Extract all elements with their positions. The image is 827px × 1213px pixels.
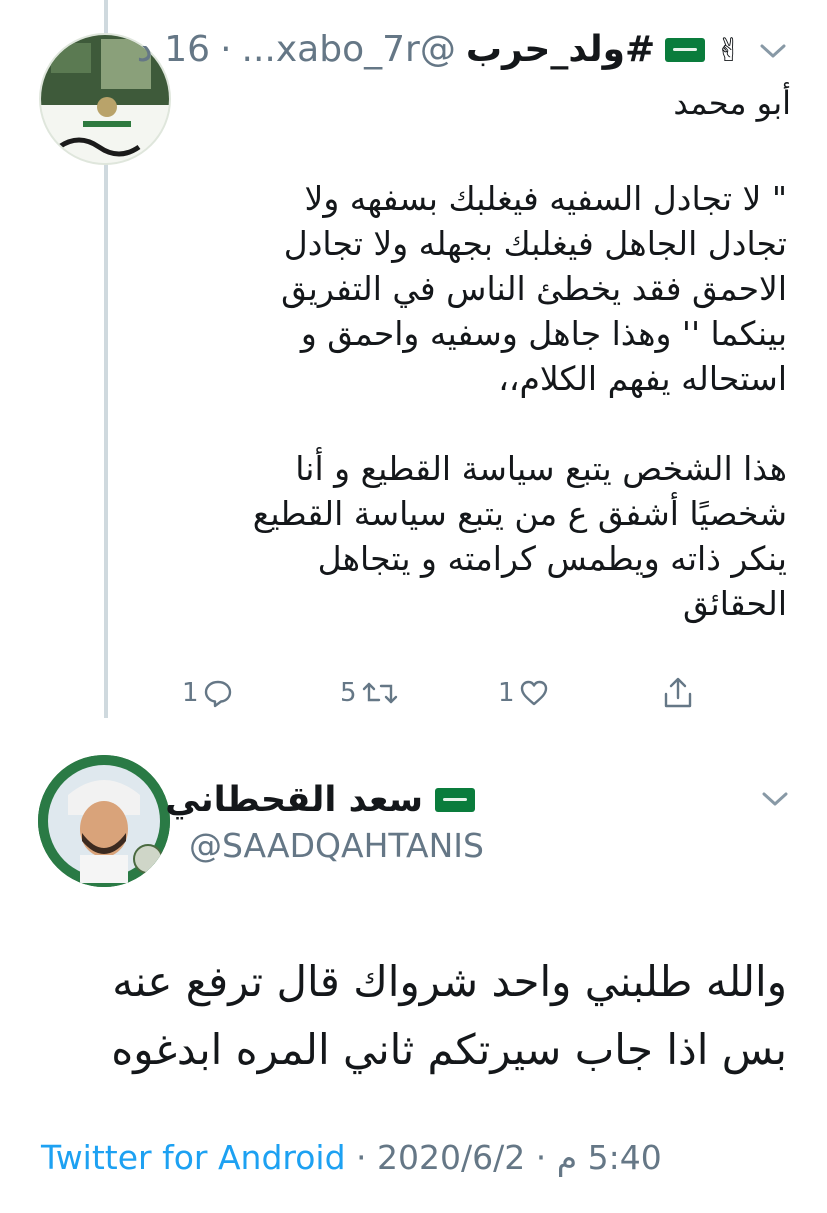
reply-button[interactable]: 1 [182, 678, 233, 708]
chevron-down-icon[interactable] [758, 40, 788, 62]
reply-icon [204, 680, 231, 708]
saudi-flag-icon [435, 788, 475, 812]
like-count: 1 [498, 678, 515, 708]
separator-dot: · [220, 29, 232, 70]
retweet-button[interactable]: 5 [340, 678, 399, 708]
retweet-icon [362, 682, 397, 704]
saudi-flag-icon [665, 38, 706, 62]
main-tweet-avatar[interactable] [38, 755, 170, 887]
parent-tweet-actions: 1 5 1 [0, 672, 827, 720]
separator-dot: · [356, 1138, 378, 1177]
parent-sub-name: أبو محمد [673, 84, 791, 122]
tweet-date[interactable]: 2020/6/2 [377, 1138, 525, 1177]
main-tweet-text: والله طلبني واحد شرواك قال ترفع عنه بس ا… [111, 957, 787, 1074]
separator-dot: · [535, 1138, 557, 1177]
parent-tweet-header: ✌ #ولد_حرب @xabo_7r... · 16 د [137, 26, 742, 74]
parent-tweet-text: " لا تجادل السفيه فيغلبك بسفهه ولا تجادل… [252, 179, 787, 623]
chevron-down-icon[interactable] [760, 788, 790, 810]
main-tweet-author[interactable]: سعد القحطاني [165, 780, 475, 820]
retweet-count: 5 [340, 678, 357, 708]
share-icon [664, 677, 692, 708]
tweet-metadata: Twitter for Android · 2020/6/2 · 5:40 م [41, 1138, 662, 1177]
parent-time-ago[interactable]: 16 د [137, 26, 210, 74]
like-icon [520, 680, 547, 706]
parent-handle[interactable]: @xabo_7r... [242, 26, 456, 74]
like-button[interactable]: 1 [498, 678, 549, 708]
main-display-name[interactable]: سعد القحطاني [165, 780, 423, 820]
victory-hand-icon: ✌ [715, 31, 742, 69]
tweet-time[interactable]: 5:40 م [557, 1138, 662, 1177]
tweet-source-link[interactable]: Twitter for Android [41, 1138, 346, 1177]
reply-count: 1 [182, 678, 199, 708]
parent-display-name[interactable]: #ولد_حرب [466, 26, 655, 74]
main-handle[interactable]: @SAADQAHTANIS [189, 826, 484, 865]
share-button[interactable] [662, 676, 694, 710]
